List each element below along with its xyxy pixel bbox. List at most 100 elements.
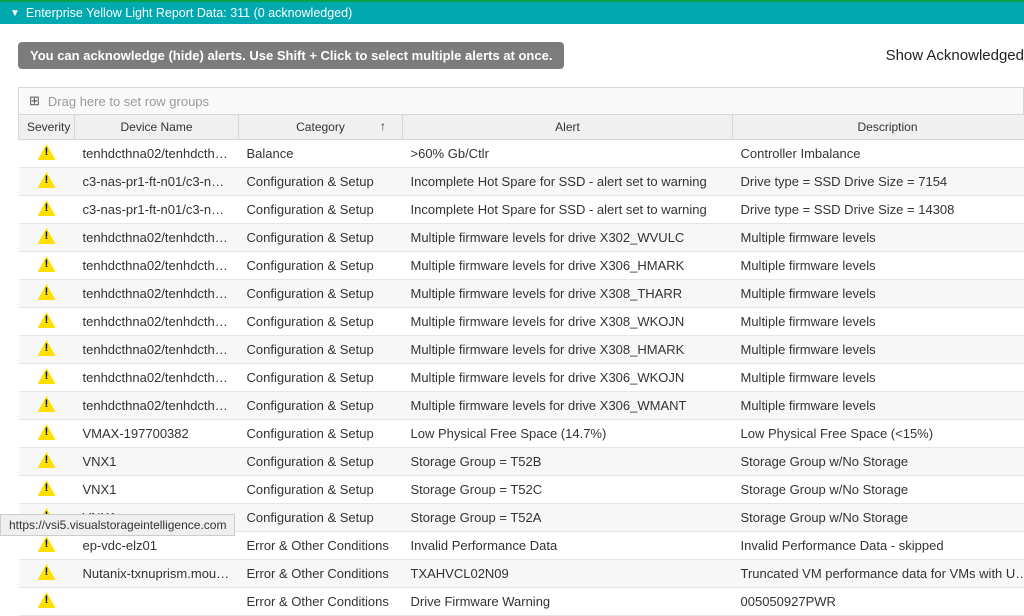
warning-icon (38, 172, 56, 188)
col-header-description[interactable]: Description (733, 115, 1024, 140)
category-cell: Configuration & Setup (239, 420, 403, 448)
device-cell: c3-nas-pr1-ft-n01/c3-nas-... (75, 196, 239, 224)
table-row[interactable]: tenhdcthna02/tenhdcthna04Configuration &… (19, 308, 1024, 336)
table-row[interactable]: tenhdcthna02/tenhdcthna04Configuration &… (19, 280, 1024, 308)
warning-icon (38, 564, 56, 580)
table-row[interactable]: c3-nas-pr1-ft-n01/c3-nas-...Configuratio… (19, 168, 1024, 196)
severity-cell (19, 364, 75, 392)
table-row[interactable]: Nutanix-txnuprism.mouse...Error & Other … (19, 560, 1024, 588)
description-cell: 005050927PWR (733, 588, 1024, 616)
severity-cell (19, 392, 75, 420)
severity-cell (19, 252, 75, 280)
severity-cell (19, 588, 75, 616)
category-cell: Configuration & Setup (239, 336, 403, 364)
category-cell: Configuration & Setup (239, 280, 403, 308)
description-cell: Storage Group w/No Storage (733, 448, 1024, 476)
warning-icon (38, 452, 56, 468)
alert-cell: Multiple firmware levels for drive X308_… (403, 280, 733, 308)
severity-cell (19, 420, 75, 448)
category-cell: Configuration & Setup (239, 308, 403, 336)
warning-icon (38, 536, 56, 552)
device-cell: VNX1 (75, 476, 239, 504)
warning-icon (38, 368, 56, 384)
device-cell: tenhdcthna02/tenhdcthna04 (75, 392, 239, 420)
group-placeholder: Drag here to set row groups (48, 94, 209, 109)
severity-cell (19, 140, 75, 168)
description-cell: Truncated VM performance data for VMs wi… (733, 560, 1024, 588)
device-cell (75, 588, 239, 616)
device-cell: tenhdcthna02/tenhdcthna04 (75, 140, 239, 168)
alert-cell: Incomplete Hot Spare for SSD - alert set… (403, 168, 733, 196)
description-cell: Multiple firmware levels (733, 364, 1024, 392)
device-cell: VMAX-197700382 (75, 420, 239, 448)
severity-cell (19, 336, 75, 364)
alert-cell: Multiple firmware levels for drive X306_… (403, 252, 733, 280)
alert-cell: >60% Gb/Ctlr (403, 140, 733, 168)
warning-icon (38, 424, 56, 440)
header-row: Severity Device Name Category ↑ Alert De… (19, 115, 1024, 140)
category-cell: Configuration & Setup (239, 364, 403, 392)
table-row[interactable]: VMAX-197700382Configuration & SetupLow P… (19, 420, 1024, 448)
table-row[interactable]: tenhdcthna02/tenhdcthna04Configuration &… (19, 364, 1024, 392)
col-header-category[interactable]: Category ↑ (239, 115, 403, 140)
description-cell: Storage Group w/No Storage (733, 476, 1024, 504)
device-cell: tenhdcthna02/tenhdcthna04 (75, 252, 239, 280)
table-row[interactable]: tenhdcthna02/tenhdcthna04Balance>60% Gb/… (19, 140, 1024, 168)
alert-cell: Multiple firmware levels for drive X306_… (403, 364, 733, 392)
col-header-device[interactable]: Device Name (75, 115, 239, 140)
table-row[interactable]: tenhdcthna02/tenhdcthna04Configuration &… (19, 252, 1024, 280)
table-row[interactable]: tenhdcthna02/tenhdcthna04Configuration &… (19, 224, 1024, 252)
category-cell: Balance (239, 140, 403, 168)
collapse-caret-icon: ▼ (10, 8, 20, 19)
warning-icon (38, 396, 56, 412)
table-row[interactable]: VNX1Configuration & SetupStorage Group =… (19, 476, 1024, 504)
status-bar-url: https://vsi5.visualstorageintelligence.c… (0, 514, 235, 536)
description-cell: Multiple firmware levels (733, 224, 1024, 252)
table-row[interactable]: c3-nas-pr1-ft-n01/c3-nas-...Configuratio… (19, 196, 1024, 224)
category-cell: Configuration & Setup (239, 448, 403, 476)
hint-row: You can acknowledge (hide) alerts. Use S… (18, 42, 1024, 69)
group-icon: ⊞ (29, 93, 40, 109)
panel-header[interactable]: ▼ Enterprise Yellow Light Report Data: 3… (0, 0, 1024, 24)
severity-cell (19, 476, 75, 504)
table-row[interactable]: VNX1Configuration & SetupStorage Group =… (19, 448, 1024, 476)
description-cell: Multiple firmware levels (733, 308, 1024, 336)
device-cell: tenhdcthna02/tenhdcthna04 (75, 280, 239, 308)
warning-icon (38, 228, 56, 244)
severity-cell (19, 560, 75, 588)
alert-cell: Multiple firmware levels for drive X308_… (403, 336, 733, 364)
warning-icon (38, 200, 56, 216)
show-acknowledged-link[interactable]: Show Acknowledged (886, 47, 1024, 64)
warning-icon (38, 144, 56, 160)
severity-cell (19, 168, 75, 196)
panel-title: Enterprise Yellow Light Report Data: 311… (26, 6, 352, 20)
row-group-drop-zone[interactable]: ⊞ Drag here to set row groups (18, 87, 1024, 114)
sort-asc-icon: ↑ (380, 119, 386, 133)
device-cell: VNX1 (75, 448, 239, 476)
description-cell: Drive type = SSD Drive Size = 14308 (733, 196, 1024, 224)
alert-cell: Multiple firmware levels for drive X308_… (403, 308, 733, 336)
col-header-severity[interactable]: Severity (19, 115, 75, 140)
device-cell: tenhdcthna02/tenhdcthna04 (75, 224, 239, 252)
category-cell: Configuration & Setup (239, 224, 403, 252)
table-row[interactable]: tenhdcthna02/tenhdcthna04Configuration &… (19, 392, 1024, 420)
alert-cell: Multiple firmware levels for drive X306_… (403, 392, 733, 420)
category-cell: Error & Other Conditions (239, 560, 403, 588)
category-cell: Configuration & Setup (239, 252, 403, 280)
category-cell: Configuration & Setup (239, 196, 403, 224)
device-cell: tenhdcthna02/tenhdcthna04 (75, 308, 239, 336)
col-header-alert[interactable]: Alert (403, 115, 733, 140)
warning-icon (38, 592, 56, 608)
alert-cell: Drive Firmware Warning (403, 588, 733, 616)
warning-icon (38, 312, 56, 328)
table-row[interactable]: Error & Other ConditionsDrive Firmware W… (19, 588, 1024, 616)
severity-cell (19, 224, 75, 252)
table-row[interactable]: tenhdcthna02/tenhdcthna04Configuration &… (19, 336, 1024, 364)
alert-cell: Storage Group = T52B (403, 448, 733, 476)
description-cell: Multiple firmware levels (733, 280, 1024, 308)
warning-icon (38, 284, 56, 300)
category-cell: Configuration & Setup (239, 392, 403, 420)
warning-icon (38, 480, 56, 496)
category-cell: Configuration & Setup (239, 476, 403, 504)
alerts-grid: Severity Device Name Category ↑ Alert De… (18, 114, 1024, 616)
